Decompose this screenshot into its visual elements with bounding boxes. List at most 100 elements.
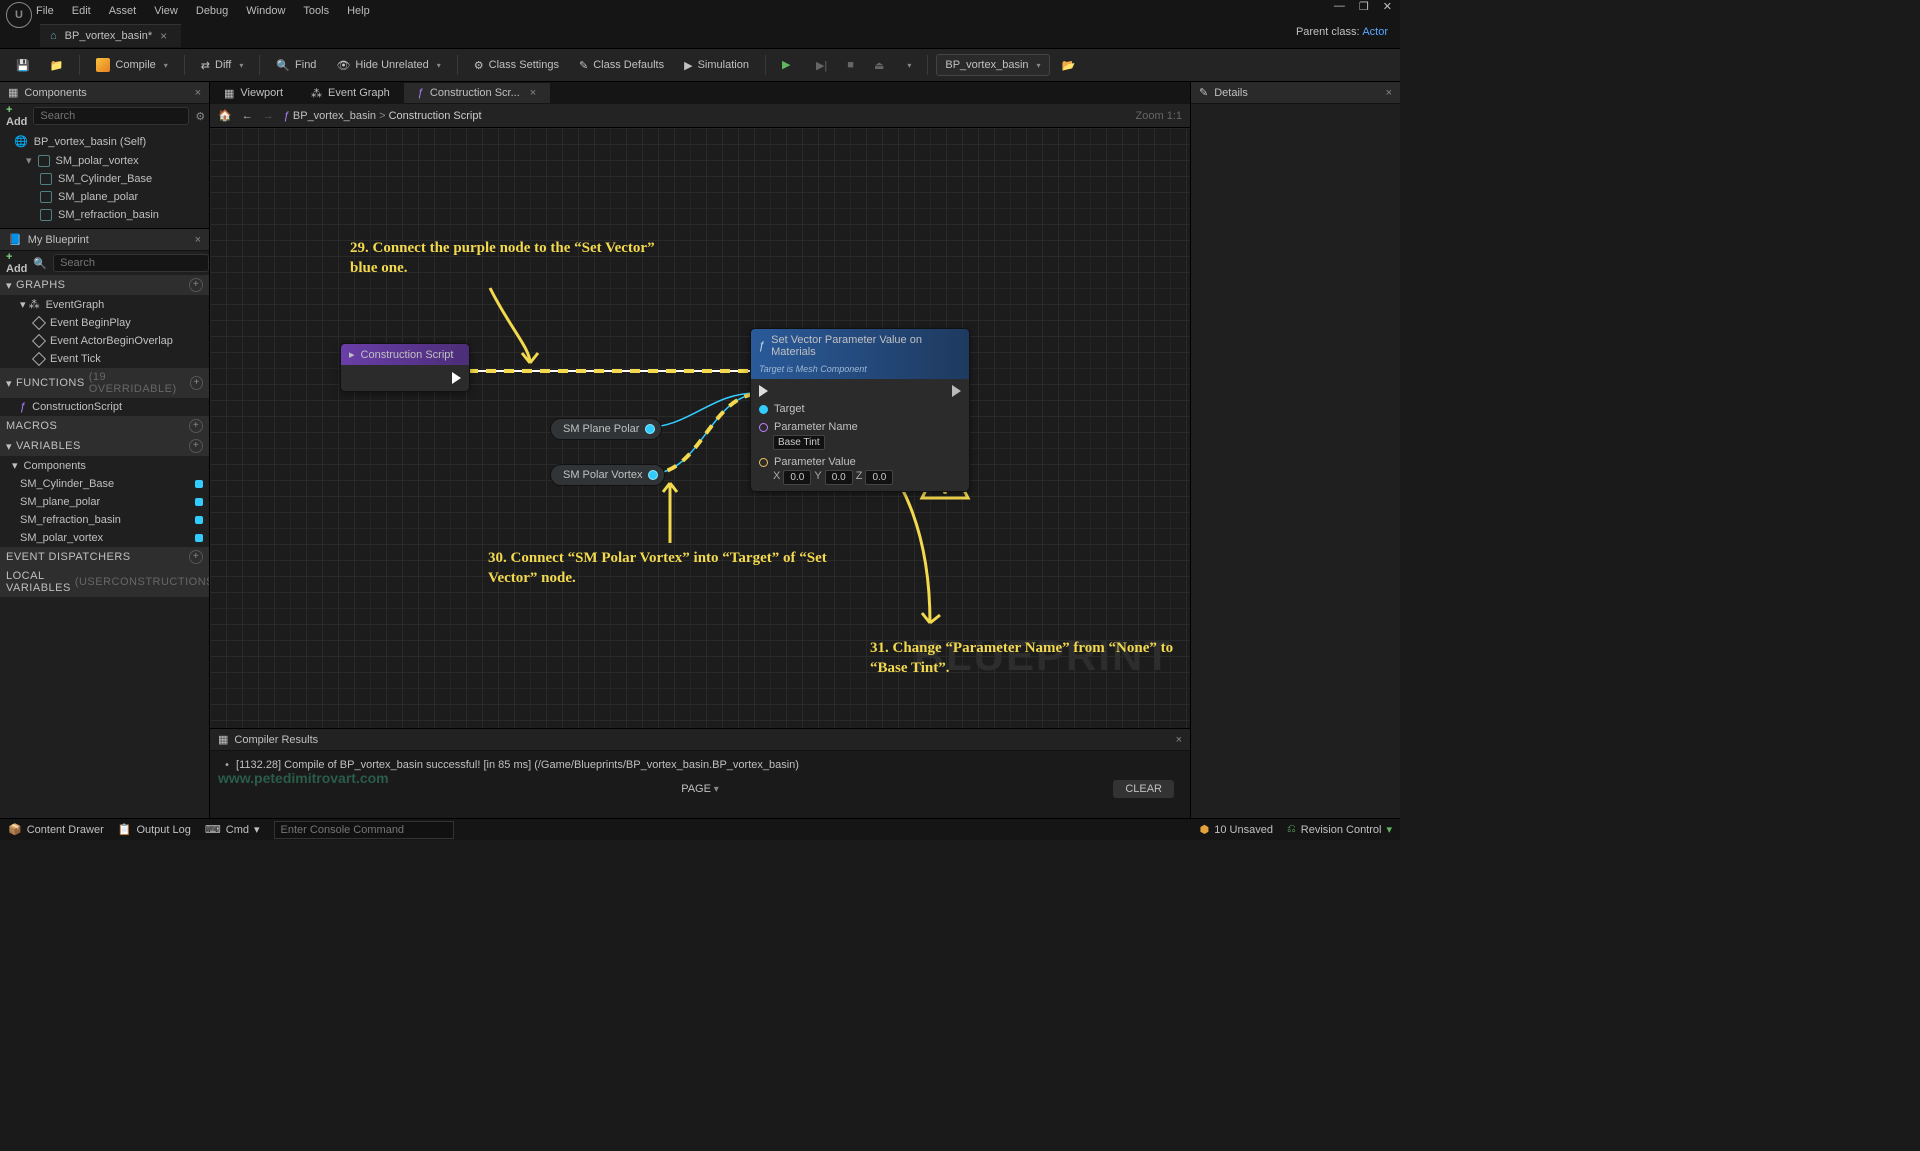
- bp-row[interactable]: Event ActorBeginOverlap: [0, 332, 209, 350]
- tree-row[interactable]: 🌐BP_vortex_basin (Self): [0, 132, 209, 151]
- menu-edit[interactable]: Edit: [72, 5, 91, 17]
- menu-view[interactable]: View: [154, 5, 178, 17]
- maximize-button[interactable]: ❐: [1359, 0, 1369, 13]
- myblueprint-panel-tab[interactable]: 📘My Blueprint×: [0, 229, 209, 251]
- add-component-button[interactable]: + Add: [6, 104, 27, 128]
- save-button[interactable]: 💾: [8, 55, 38, 76]
- content-drawer-button[interactable]: 📦 Content Drawer: [8, 823, 104, 836]
- breadcrumb[interactable]: ƒ BP_vortex_basin > Construction Script: [284, 110, 482, 122]
- event-dispatchers-header[interactable]: EVENT DISPATCHERS+: [0, 547, 209, 567]
- y-field[interactable]: 0.0: [825, 470, 853, 485]
- close-icon[interactable]: ×: [1386, 87, 1392, 99]
- add-icon[interactable]: +: [189, 550, 203, 564]
- node-sm-plane-polar[interactable]: SM Plane Polar: [550, 418, 662, 440]
- play-button[interactable]: ▶: [774, 54, 804, 76]
- nav-fwd-icon[interactable]: →: [263, 110, 274, 122]
- menu-tools[interactable]: Tools: [303, 5, 329, 17]
- param-name-pin[interactable]: [759, 423, 768, 432]
- minimize-button[interactable]: —: [1334, 0, 1345, 13]
- clear-button[interactable]: CLEAR: [1113, 780, 1174, 798]
- document-tab[interactable]: ⌂ BP_vortex_basin* ×: [40, 24, 181, 47]
- tab-construction[interactable]: ƒConstruction Scr...×: [404, 83, 550, 103]
- class-settings-button[interactable]: ⚙Class Settings: [466, 55, 567, 76]
- add-icon[interactable]: +: [189, 419, 203, 433]
- details-panel-tab[interactable]: ✎Details×: [1191, 82, 1400, 104]
- debug-target-dropdown[interactable]: BP_vortex_basin: [936, 54, 1049, 76]
- console-input[interactable]: [274, 821, 454, 839]
- add-icon[interactable]: +: [189, 439, 203, 453]
- bp-row[interactable]: SM_plane_polar: [0, 493, 209, 511]
- tab-eventgraph[interactable]: ⁂Event Graph: [297, 83, 404, 104]
- tree-row[interactable]: SM_refraction_basin: [0, 206, 209, 224]
- z-field[interactable]: 0.0: [865, 470, 893, 485]
- bp-row[interactable]: SM_Cylinder_Base: [0, 475, 209, 493]
- local-vars-header[interactable]: LOCAL VARIABLES(USERCONSTRUCTIONSCRI+: [0, 567, 209, 597]
- gear-icon[interactable]: ⚙: [195, 110, 205, 123]
- pause-button[interactable]: ▶|: [808, 55, 835, 76]
- eject-button[interactable]: ⏏: [866, 55, 892, 76]
- find-button[interactable]: 🔍Find: [268, 55, 324, 76]
- bp-row[interactable]: SM_polar_vortex: [0, 529, 209, 547]
- close-icon[interactable]: ×: [195, 234, 201, 246]
- parent-class-link[interactable]: Actor: [1362, 26, 1388, 38]
- menu-window[interactable]: Window: [246, 5, 285, 17]
- target-pin[interactable]: [759, 405, 768, 414]
- variables-header[interactable]: ▾VARIABLES+: [0, 436, 209, 456]
- node-set-vector-parameter[interactable]: ƒSet Vector Parameter Value on Materials…: [750, 328, 970, 492]
- exec-in-pin[interactable]: [759, 385, 768, 397]
- stop-button[interactable]: ■: [839, 55, 862, 75]
- exec-out-pin[interactable]: [952, 385, 961, 397]
- close-button[interactable]: ✕: [1383, 0, 1392, 13]
- cmd-button[interactable]: ⌨ Cmd ▾: [205, 823, 260, 836]
- output-pin[interactable]: [645, 424, 655, 434]
- play-options-button[interactable]: [896, 57, 919, 74]
- tree-row[interactable]: SM_plane_polar: [0, 188, 209, 206]
- close-icon[interactable]: ×: [195, 87, 201, 99]
- close-icon[interactable]: ×: [1176, 734, 1182, 746]
- tree-row[interactable]: ▾SM_polar_vortex: [0, 151, 209, 170]
- close-icon[interactable]: ×: [530, 87, 536, 99]
- menu-file[interactable]: File: [36, 5, 54, 17]
- output-log-button[interactable]: 📋 Output Log: [118, 823, 191, 836]
- menu-help[interactable]: Help: [347, 5, 370, 17]
- param-name-field[interactable]: Base Tint: [773, 435, 825, 450]
- browse-button[interactable]: 📁: [42, 55, 72, 76]
- components-panel-tab[interactable]: ▦Components×: [0, 82, 209, 104]
- bp-row[interactable]: Event BeginPlay: [0, 314, 209, 332]
- graph-canvas[interactable]: BLUEPRINT: [210, 128, 1190, 728]
- bp-row[interactable]: ▾Components: [0, 456, 209, 475]
- graphs-header[interactable]: ▾GRAPHS+: [0, 275, 209, 295]
- components-search[interactable]: [33, 107, 189, 125]
- output-pin[interactable]: [648, 470, 658, 480]
- node-construction-script[interactable]: ▸Construction Script: [340, 343, 470, 392]
- tab-viewport[interactable]: ▦Viewport: [210, 83, 297, 104]
- revision-control-button[interactable]: ⎌ Revision Control ▾: [1287, 823, 1392, 836]
- simulation-button[interactable]: ▶Simulation: [676, 55, 757, 76]
- x-field[interactable]: 0.0: [783, 470, 811, 485]
- compiler-tab[interactable]: ▦Compiler Results×: [210, 729, 1190, 751]
- compile-button[interactable]: Compile: [88, 54, 175, 76]
- bp-row[interactable]: ƒConstructionScript: [0, 398, 209, 416]
- add-blueprint-button[interactable]: + Add: [6, 251, 27, 275]
- locate-button[interactable]: 📂: [1054, 55, 1084, 76]
- hide-unrelated-button[interactable]: 👁Hide Unrelated: [328, 55, 448, 76]
- add-icon[interactable]: +: [190, 376, 203, 390]
- macros-header[interactable]: MACROS+: [0, 416, 209, 436]
- diff-button[interactable]: ⇄Diff: [193, 55, 252, 76]
- menu-debug[interactable]: Debug: [196, 5, 228, 17]
- nav-back-icon[interactable]: 🏠: [218, 109, 232, 122]
- blueprint-search[interactable]: [53, 254, 209, 272]
- exec-out-pin[interactable]: [452, 372, 461, 384]
- close-tab-button[interactable]: ×: [160, 29, 167, 43]
- bp-row[interactable]: SM_refraction_basin: [0, 511, 209, 529]
- tree-row[interactable]: SM_Cylinder_Base: [0, 170, 209, 188]
- bp-row[interactable]: ▾ ⁂EventGraph: [0, 295, 209, 314]
- menu-asset[interactable]: Asset: [109, 5, 137, 17]
- add-icon[interactable]: +: [189, 278, 203, 292]
- node-sm-polar-vortex[interactable]: SM Polar Vortex: [550, 464, 665, 486]
- unsaved-button[interactable]: ⬢ 10 Unsaved: [1200, 823, 1273, 836]
- page-dropdown[interactable]: PAGE ▾: [681, 783, 719, 795]
- bp-row[interactable]: Event Tick: [0, 350, 209, 368]
- functions-header[interactable]: ▾FUNCTIONS(19 OVERRIDABLE)+: [0, 368, 209, 398]
- param-value-pin[interactable]: [759, 458, 768, 467]
